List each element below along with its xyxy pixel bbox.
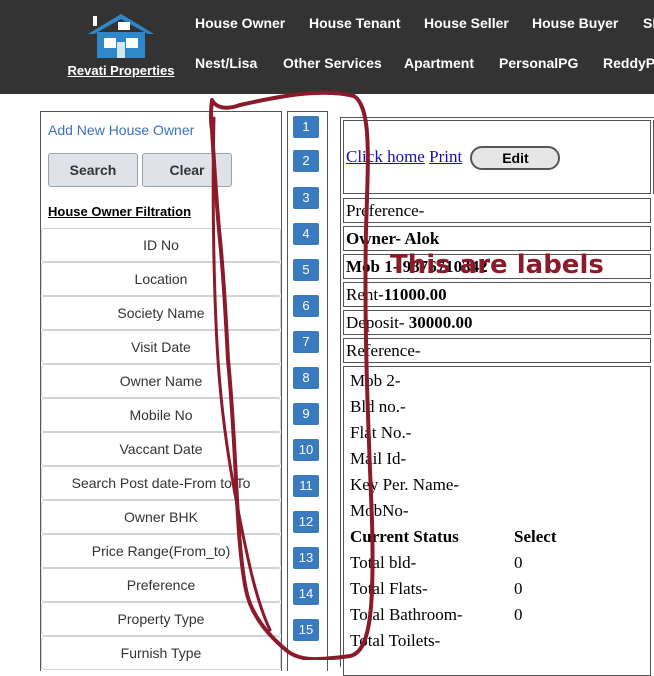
total-bld-label: Total bld-	[350, 553, 417, 572]
site-logo[interactable]: Revati Properties	[58, 12, 184, 78]
rent-row: Rent-11000.00	[343, 282, 651, 307]
total-toilets-label: Total Toilets-	[350, 631, 441, 650]
nav-house-tenant[interactable]: House Tenant	[309, 15, 401, 31]
nav-house-seller[interactable]: House Seller	[424, 15, 509, 31]
current-status-value: Select	[514, 527, 557, 546]
nav-apartment[interactable]: Apartment	[404, 55, 474, 71]
filter-preference[interactable]: Preference	[41, 568, 281, 602]
house-logo-icon	[88, 14, 154, 58]
total-flats-label: Total Flats-	[350, 579, 428, 598]
owner-row: Owner- Alok	[343, 226, 651, 251]
deposit-row: Deposit- 30000.00	[343, 310, 651, 335]
nav-reddy-pg[interactable]: ReddyP(	[603, 55, 654, 71]
reference-label: Reference-	[343, 338, 651, 363]
page-button-14[interactable]: 14	[293, 583, 319, 605]
nav-other-services[interactable]: Other Services	[283, 55, 382, 71]
filter-title: House Owner Filtration	[48, 204, 192, 219]
nav-house-buyer[interactable]: House Buyer	[532, 15, 618, 31]
filter-owner-name[interactable]: Owner Name	[41, 364, 281, 398]
filter-list: ID No Location Society Name Visit Date O…	[41, 228, 281, 670]
details-block: Mob 2- Bld no.- Flat No.- Mail Id- Key P…	[343, 366, 651, 676]
filter-vaccant-date[interactable]: Vaccant Date	[41, 432, 281, 466]
page-button-3[interactable]: 3	[293, 187, 319, 209]
page-button-12[interactable]: 12	[293, 511, 319, 533]
page-button-6[interactable]: 6	[293, 295, 319, 317]
page-button-10[interactable]: 10	[293, 439, 319, 461]
page-button-2[interactable]: 2	[293, 150, 319, 172]
top-navbar: Revati Properties House Owner House Tena…	[0, 0, 654, 94]
mail-id-label: Mail Id-	[350, 449, 407, 468]
page-button-11[interactable]: 11	[293, 475, 319, 497]
total-bathroom-value: 0	[514, 605, 523, 624]
filter-owner-bhk[interactable]: Owner BHK	[41, 500, 281, 534]
filter-id-no[interactable]: ID No	[41, 228, 281, 262]
logo-text: Revati Properties	[67, 63, 175, 78]
filter-location[interactable]: Location	[41, 262, 281, 296]
deposit-value: 30000.00	[408, 313, 473, 332]
owner-label: Owner-	[346, 229, 402, 248]
search-button[interactable]: Search	[48, 153, 138, 187]
nav-house-owner[interactable]: House Owner	[195, 15, 285, 31]
owner-record-table: Click home Print Edit Preference- Owner-…	[340, 117, 654, 676]
filter-search-post-date[interactable]: Search Post date-From to To	[41, 466, 281, 500]
filter-mobile-no[interactable]: Mobile No	[41, 398, 281, 432]
page-button-15[interactable]: 15	[293, 619, 319, 641]
mob2-label: Mob 2-	[350, 371, 401, 390]
key-person-name-label: Key Per. Name-	[350, 475, 460, 494]
flat-no-label: Flat No.-	[350, 423, 412, 442]
filter-sidebar: Add New House Owner Search Clear House O…	[40, 111, 282, 671]
page-button-5[interactable]: 5	[293, 259, 319, 281]
pagination-column: 1 2 3 4 5 6 7 8 9 10 11 12 13 14 15	[287, 111, 328, 671]
bld-no-label: Bld no.-	[350, 397, 406, 416]
filter-property-type[interactable]: Property Type	[41, 602, 281, 636]
page-button-9[interactable]: 9	[293, 403, 319, 425]
filter-price-range[interactable]: Price Range(From_to)	[41, 534, 281, 568]
filter-furnish-type[interactable]: Furnish Type	[41, 636, 281, 670]
owner-value: Alok	[404, 229, 440, 248]
total-bld-value: 0	[514, 553, 523, 572]
page-button-4[interactable]: 4	[293, 223, 319, 245]
nav-item-truncated[interactable]: SI	[643, 15, 654, 31]
total-flats-value: 0	[514, 579, 523, 598]
edit-button[interactable]: Edit	[470, 146, 561, 171]
print-link[interactable]: Print	[429, 147, 462, 166]
page-button-8[interactable]: 8	[293, 367, 319, 389]
page-button-7[interactable]: 7	[293, 331, 319, 353]
add-new-house-owner-link[interactable]: Add New House Owner	[48, 122, 194, 138]
click-home-link[interactable]: Click home	[346, 147, 425, 166]
mobno-label: MobNo-	[350, 501, 409, 520]
filter-society-name[interactable]: Society Name	[41, 296, 281, 330]
page-button-13[interactable]: 13	[293, 547, 319, 569]
deposit-label: Deposit-	[346, 313, 405, 332]
record-actions-row: Click home Print Edit	[343, 120, 651, 194]
rent-label: Rent-	[346, 285, 384, 304]
current-status-label: Current Status	[350, 527, 459, 546]
filter-visit-date[interactable]: Visit Date	[41, 330, 281, 364]
annotation-text: This are labels	[390, 250, 604, 280]
preference-label: Preference-	[343, 198, 651, 223]
total-bathroom-label: Total Bathroom-	[350, 605, 463, 624]
nav-nest-lisa[interactable]: Nest/Lisa	[195, 55, 257, 71]
rent-value: 11000.00	[383, 285, 447, 304]
page-button-1[interactable]: 1	[293, 116, 319, 138]
clear-button[interactable]: Clear	[142, 153, 232, 187]
nav-personal-pg[interactable]: PersonalPG	[499, 55, 578, 71]
